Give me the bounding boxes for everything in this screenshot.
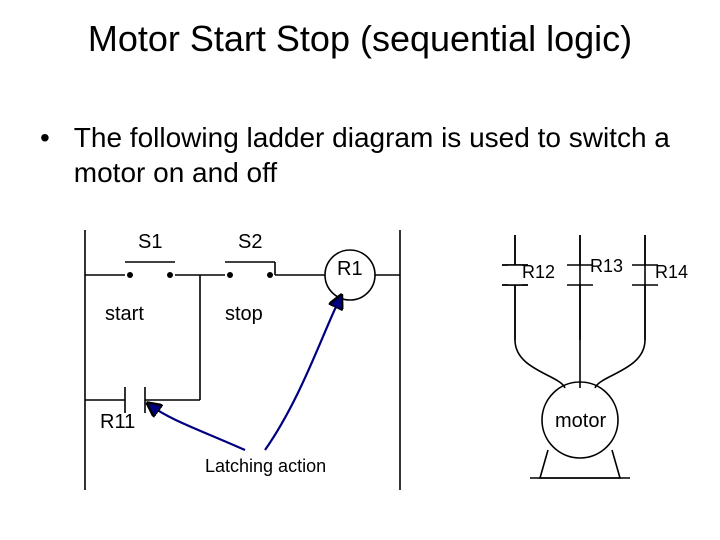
label-latching: Latching action <box>205 456 326 476</box>
label-r13: R13 <box>590 256 623 276</box>
label-r1: R1 <box>337 258 363 280</box>
motor-base <box>540 450 620 478</box>
label-s2: S2 <box>238 231 262 253</box>
label-start: start <box>105 303 144 325</box>
bullet-marker: • <box>40 120 66 155</box>
slide-title: Motor Start Stop (sequential logic) <box>0 18 720 60</box>
ladder-diagram: S1 start S2 stop R1 R11 <box>0 220 720 520</box>
bullet-text: The following ladder diagram is used to … <box>74 120 674 190</box>
latch-arrow-to-r11 <box>150 405 245 450</box>
label-r14: R14 <box>655 262 688 282</box>
slide-bullet: • The following ladder diagram is used t… <box>40 120 680 190</box>
label-s1: S1 <box>138 231 162 253</box>
label-stop: stop <box>225 303 263 325</box>
label-motor: motor <box>555 410 606 432</box>
label-r11: R11 <box>100 411 135 433</box>
label-r12: R12 <box>522 262 555 282</box>
latch-arrow-to-coil <box>265 298 340 450</box>
